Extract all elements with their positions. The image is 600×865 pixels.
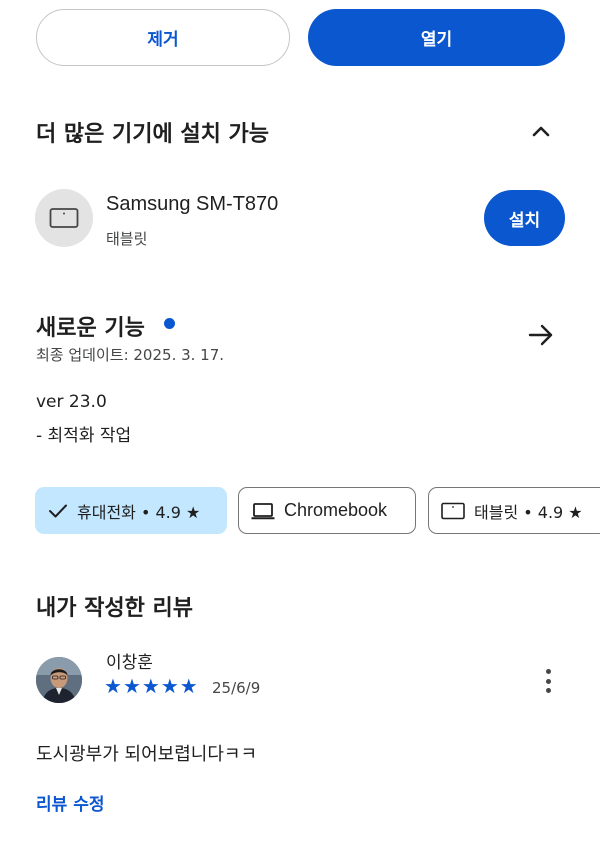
star-icon: ★ [160,674,179,698]
reviewer-name: 이창훈 [106,653,153,673]
device-icon-circle [35,189,93,247]
more-options-icon[interactable] [538,666,558,696]
star-icon: ★ [179,674,198,698]
remove-button[interactable]: 제거 [36,9,290,66]
device-name: Samsung SM-T870 [106,193,279,215]
chip-chromebook-label: Chromebook [284,500,388,520]
my-review-title: 내가 작성한 리뷰 [36,596,193,621]
device-type: 태블릿 [106,230,148,248]
arrow-right-icon[interactable] [526,321,556,349]
whats-new-title[interactable]: 새로운 기능 [36,310,145,342]
open-button[interactable]: 열기 [308,9,565,66]
check-icon [48,503,68,519]
star-icon: ★ [104,674,122,698]
last-updated-date: 최종 업데이트: 2025. 3. 17. [36,346,225,364]
release-notes: - 최적화 작업 [36,426,132,446]
chip-tablet-label: 태블릿 • 4.9 ★ [474,502,583,522]
new-indicator-dot [164,318,175,329]
chip-tablet[interactable]: 태블릿 • 4.9 ★ [428,487,600,534]
chevron-up-icon[interactable] [526,118,556,144]
star-rating: ★ ★ ★ ★ ★ [104,676,198,696]
tablet-icon [49,208,79,228]
avatar [36,657,82,703]
edit-review-link[interactable]: 리뷰 수정 [36,790,104,815]
star-icon: ★ [141,674,160,698]
chip-chromebook[interactable]: Chromebook [238,487,416,534]
star-icon: ★ [122,674,141,698]
version-text: ver 23.0 [36,392,107,412]
tablet-icon [441,502,465,520]
review-date: 25/6/9 [212,679,261,697]
more-devices-title: 더 많은 기기에 설치 가능 [36,122,270,147]
chip-phone-label: 휴대전화 • 4.9 ★ [77,502,201,522]
install-button[interactable]: 설치 [484,190,565,246]
chip-phone[interactable]: 휴대전화 • 4.9 ★ [35,487,227,534]
review-text: 도시광부가 되어보렵니다ㅋㅋ [36,744,258,765]
laptop-icon [251,502,275,520]
